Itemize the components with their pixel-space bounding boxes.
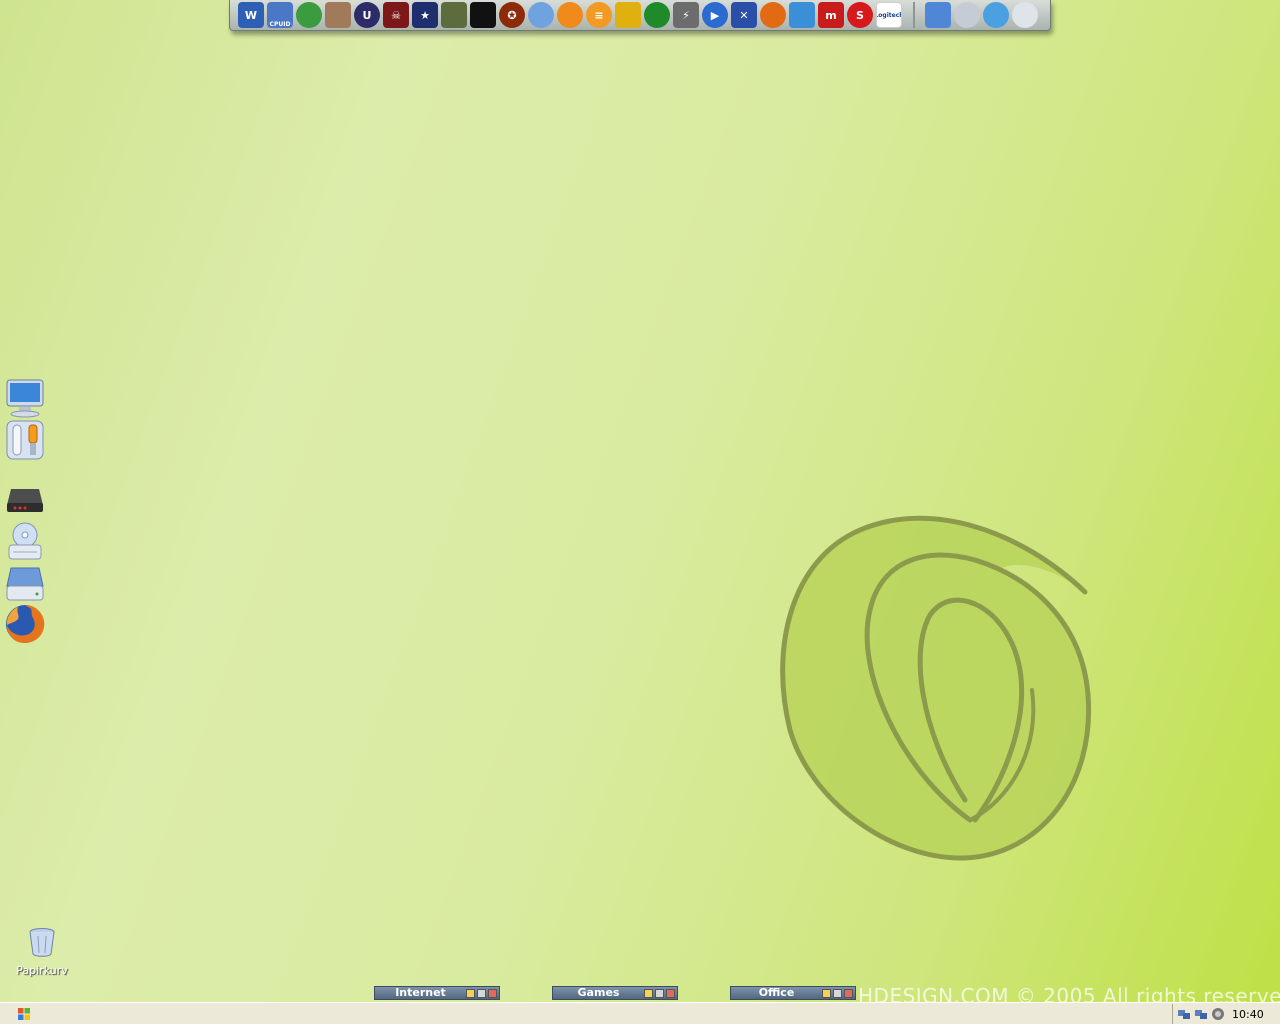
cd-drive-icon[interactable]	[954, 2, 980, 28]
steam-icon[interactable]	[470, 2, 496, 28]
start-button[interactable]	[18, 1008, 30, 1020]
office-window[interactable]: Office	[730, 986, 856, 1000]
browser-globe-icon[interactable]	[296, 2, 322, 28]
system-clock[interactable]: 10:40	[1232, 1008, 1264, 1021]
skull-game-icon[interactable]: ☠	[383, 2, 409, 28]
minimize-button[interactable]	[644, 988, 653, 998]
minimize-button[interactable]	[466, 988, 475, 998]
recycle-bin-icon	[29, 928, 55, 957]
close-button[interactable]	[666, 988, 675, 998]
wallpaper-copyright: HDESIGN.COM © 2005 All rights reserved	[858, 984, 1280, 1002]
game-character-icon[interactable]	[325, 2, 351, 28]
system-tray: 10:40	[1172, 1004, 1280, 1024]
yellow-app-icon[interactable]	[615, 2, 641, 28]
fingerprint-icon[interactable]	[528, 2, 554, 28]
cpuid-label: CPUID	[269, 21, 291, 28]
word-icon[interactable]: W	[238, 2, 264, 28]
minimize-button[interactable]	[822, 988, 831, 998]
orange-app-icon[interactable]	[557, 2, 583, 28]
games-window[interactable]: Games	[552, 986, 678, 1000]
unreal-tournament-icon[interactable]: U	[354, 2, 380, 28]
network-connection-icon[interactable]	[1177, 1007, 1191, 1021]
media-player-icon[interactable]: ▶	[702, 2, 728, 28]
soldier-game-icon[interactable]	[441, 2, 467, 28]
quick-launch-dock: W CPUID U☠★ ✪ ≡ ⚡▶✕ mS Logitech	[229, 0, 1051, 31]
close-button[interactable]	[488, 988, 497, 998]
network-connection-2-icon[interactable]	[1194, 1007, 1208, 1021]
firefox-desktop-icon[interactable]	[4, 604, 46, 644]
my-computer-icon[interactable]	[4, 378, 46, 418]
taskbar: 10:40	[0, 1002, 1280, 1024]
internet-window[interactable]: Internet	[374, 986, 500, 1000]
winamp-icon[interactable]: ⚡	[673, 2, 699, 28]
logitech-label: Logitech	[877, 11, 901, 19]
maximize-button[interactable]	[655, 988, 664, 998]
internet-window-title: Internet	[395, 986, 446, 999]
star-game-icon[interactable]: ★	[412, 2, 438, 28]
close-button[interactable]	[844, 988, 853, 998]
cd-rom-drive-icon[interactable]	[4, 522, 46, 562]
skype-icon[interactable]: S	[847, 2, 873, 28]
x-app-icon[interactable]: ✕	[731, 2, 757, 28]
green-app-icon[interactable]	[644, 2, 670, 28]
network-globe-icon[interactable]	[983, 2, 1009, 28]
office-window-title: Office	[758, 986, 795, 999]
maximize-button[interactable]	[833, 988, 842, 998]
recycle-bin[interactable]: Papirkurv	[16, 926, 68, 977]
firefox-icon[interactable]	[760, 2, 786, 28]
cpuid-icon[interactable]: CPUID	[267, 2, 293, 28]
folder-icon[interactable]	[925, 2, 951, 28]
control-panel-icon[interactable]	[4, 420, 46, 460]
orange-menu-icon[interactable]: ≡	[586, 2, 612, 28]
wallpaper-logo	[780, 515, 1092, 861]
volume-icon[interactable]	[1211, 1007, 1225, 1021]
recycle-bin-label: Papirkurv	[16, 964, 68, 977]
logitech-icon[interactable]: Logitech	[876, 2, 902, 28]
maximize-button[interactable]	[477, 988, 486, 998]
clock-icon[interactable]	[1012, 2, 1038, 28]
games-window-title: Games	[577, 986, 620, 999]
hard-drive-icon[interactable]	[4, 480, 46, 520]
msn-messenger-icon[interactable]	[789, 2, 815, 28]
pentagram-game-icon[interactable]: ✪	[499, 2, 525, 28]
mirc-icon[interactable]: m	[818, 2, 844, 28]
removable-drive-icon[interactable]	[4, 564, 46, 604]
dock-separator	[913, 2, 915, 28]
